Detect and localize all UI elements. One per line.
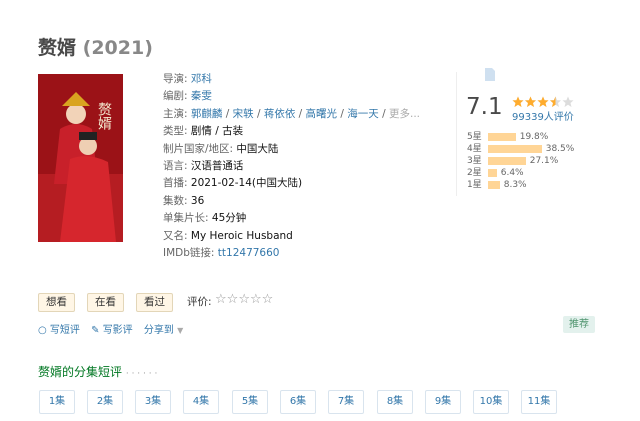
episode-button[interactable]: 11集 bbox=[521, 390, 557, 414]
rating-star-label: 5星 bbox=[467, 132, 482, 142]
episode-button[interactable]: 8集 bbox=[377, 390, 413, 414]
rating-bar bbox=[487, 180, 500, 189]
rating-distribution-row: 2星 6.4% bbox=[467, 168, 524, 179]
star-icon bbox=[537, 96, 549, 107]
episode-button[interactable]: 1集 bbox=[39, 390, 75, 414]
rating-percent: 8.3% bbox=[503, 180, 527, 190]
rating-distribution-row: 3星 27.1% bbox=[467, 156, 558, 167]
empty-star-icon[interactable]: ☆ bbox=[250, 292, 262, 307]
cast-more-link[interactable]: 更多... bbox=[389, 108, 420, 120]
star-icon bbox=[512, 96, 524, 107]
imdb-link[interactable]: tt12477660 bbox=[218, 247, 280, 259]
region-label: 制片国家/地区: bbox=[163, 142, 234, 155]
region-value: 中国大陆 bbox=[236, 142, 279, 155]
episode-section-title-text: 赘婿的分集短评 bbox=[38, 365, 123, 379]
episode-button[interactable]: 2集 bbox=[87, 390, 123, 414]
episode-section-title: 赘婿的分集短评 · · · · · · bbox=[38, 363, 157, 380]
rating-bar bbox=[487, 156, 526, 165]
language-value: 汉语普通话 bbox=[190, 159, 244, 172]
rating-percent: 19.8% bbox=[519, 132, 549, 142]
episodes-value: 36 bbox=[190, 194, 205, 207]
watched-button[interactable]: 看过 bbox=[136, 293, 173, 312]
runtime-label: 单集片长: bbox=[163, 212, 209, 225]
rating-distribution-row: 1星 8.3% bbox=[467, 180, 527, 191]
short-review-link[interactable]: 写短评 bbox=[50, 325, 80, 336]
movie-info: 导演: 邓科 编剧: 秦雯 主演: 郭麒麟 / 宋轶 / 蒋依依 / 高曙光 /… bbox=[163, 73, 420, 259]
episodes-label: 集数: bbox=[163, 194, 188, 207]
aka-value: My Heroic Husband bbox=[190, 229, 293, 242]
release-value: 2021-02-14(中国大陆) bbox=[190, 177, 303, 190]
cast-link[interactable]: 海一天 bbox=[347, 108, 379, 120]
cast-link[interactable]: 宋轶 bbox=[233, 108, 254, 120]
recommend-button[interactable]: 推荐 bbox=[563, 316, 595, 333]
rating-bar bbox=[487, 132, 516, 141]
empty-star-icon[interactable]: ☆ bbox=[238, 292, 250, 307]
language-label: 语言: bbox=[163, 159, 188, 172]
rating-percent: 27.1% bbox=[529, 156, 559, 166]
episode-button[interactable]: 10集 bbox=[473, 390, 509, 414]
genre-value: 剧情 bbox=[190, 125, 212, 138]
episode-button[interactable]: 6集 bbox=[280, 390, 316, 414]
document-icon bbox=[484, 66, 495, 85]
star-icon bbox=[525, 96, 536, 107]
section-dots: · · · · · · bbox=[125, 369, 158, 379]
aka-label: 又名: bbox=[163, 229, 188, 242]
rating-star-label: 1星 bbox=[467, 180, 482, 190]
cast-label: 主演: bbox=[163, 107, 188, 120]
writer-link[interactable]: 秦雯 bbox=[191, 90, 212, 102]
empty-star-icon[interactable]: ☆ bbox=[262, 292, 274, 307]
director-label: 导演: bbox=[163, 73, 188, 85]
chevron-down-icon[interactable]: ▼ bbox=[177, 326, 183, 335]
rating-distribution-row: 4星 38.5% bbox=[467, 144, 574, 155]
star-icons bbox=[512, 96, 574, 107]
movie-year: (2021) bbox=[82, 37, 153, 59]
runtime-value: 45分钟 bbox=[211, 212, 247, 225]
rating-count-link[interactable]: 99339人评价 bbox=[512, 108, 574, 123]
want-to-watch-button[interactable]: 想看 bbox=[38, 293, 75, 312]
rate-label: 评价: bbox=[187, 296, 212, 308]
long-review-link[interactable]: 写影评 bbox=[103, 325, 133, 336]
page-title: 赘婿 (2021) bbox=[38, 33, 153, 60]
episode-button[interactable]: 3集 bbox=[135, 390, 171, 414]
pencil-icon: ✎ bbox=[91, 325, 100, 336]
release-label: 首播: bbox=[163, 177, 188, 190]
share-link[interactable]: 分享到 bbox=[144, 325, 174, 336]
star-icon bbox=[550, 96, 561, 107]
genre-label: 类型: bbox=[163, 125, 188, 138]
svg-text:赘婿: 赘婿 bbox=[96, 101, 112, 130]
rating-bar bbox=[487, 144, 542, 153]
episode-button[interactable]: 7集 bbox=[328, 390, 364, 414]
cast-link[interactable]: 蒋依依 bbox=[264, 108, 296, 120]
comment-icon: ○ bbox=[38, 325, 47, 336]
rating-star-label: 2星 bbox=[467, 168, 482, 178]
empty-star-icon[interactable]: ☆ bbox=[227, 292, 239, 307]
episode-button[interactable]: 4集 bbox=[183, 390, 219, 414]
cast-link[interactable]: 高曙光 bbox=[306, 108, 338, 120]
rating-score: 7.1 bbox=[466, 94, 503, 120]
genre-value: 古装 bbox=[222, 125, 244, 138]
rating-distribution-row: 5星 19.8% bbox=[467, 132, 548, 143]
imdb-label: IMDb链接: bbox=[163, 246, 215, 259]
rating-bar bbox=[487, 168, 497, 177]
episode-button[interactable]: 9集 bbox=[425, 390, 461, 414]
rating-percent: 38.5% bbox=[545, 144, 575, 154]
episode-button[interactable]: 5集 bbox=[232, 390, 268, 414]
rating-percent: 6.4% bbox=[500, 168, 524, 178]
poster-image[interactable]: 赘婿 bbox=[38, 74, 123, 242]
rate-stars-input[interactable]: ☆☆☆☆☆ bbox=[215, 292, 273, 307]
rating-star-label: 3星 bbox=[467, 156, 482, 166]
review-actions: ○ 写短评 ✎ 写影评 分享到 ▼ bbox=[38, 321, 183, 336]
rating-star-label: 4星 bbox=[467, 144, 482, 154]
movie-name: 赘婿 bbox=[38, 37, 77, 59]
writer-label: 编剧: bbox=[163, 90, 188, 103]
watching-button[interactable]: 在看 bbox=[87, 293, 124, 312]
cast-link[interactable]: 郭麒麟 bbox=[191, 108, 223, 120]
empty-star-icon[interactable]: ☆ bbox=[215, 292, 227, 307]
star-icon bbox=[562, 96, 574, 107]
director-link[interactable]: 邓科 bbox=[191, 73, 212, 85]
